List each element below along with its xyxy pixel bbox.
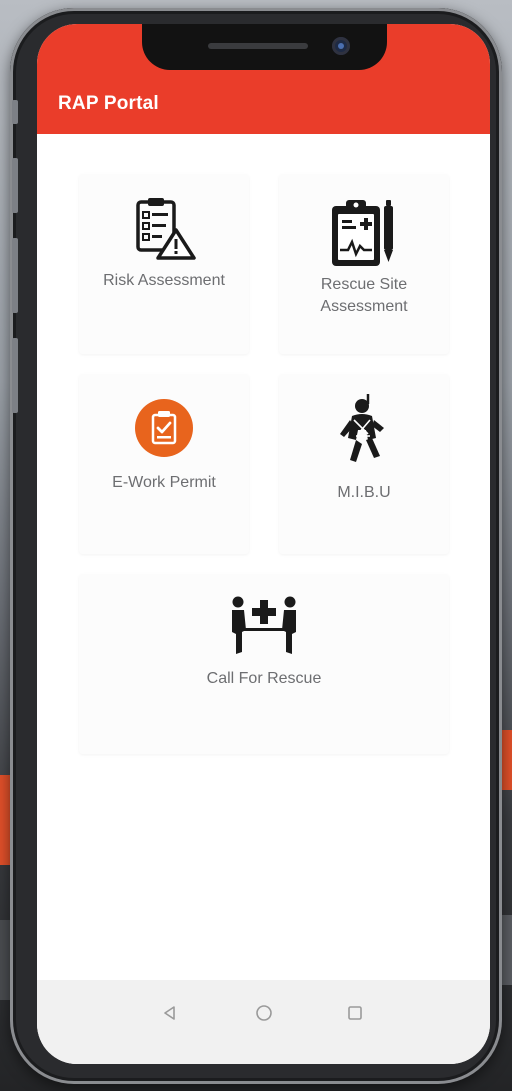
back-icon (164, 1006, 175, 1020)
side-button (12, 338, 18, 413)
nav-recent-button[interactable] (340, 998, 370, 1028)
mibu-tile[interactable]: M.I.B.U (279, 374, 449, 554)
side-button (12, 158, 18, 213)
checklist-warning-icon (136, 198, 196, 260)
tile-label: Rescue Site Assessment (320, 276, 408, 315)
permit-clipboard-icon (135, 399, 193, 457)
front-camera (332, 37, 350, 55)
tile-label: Call For Rescue (206, 670, 322, 687)
phone-screen: RAP Portal Risk Assessment Rescue Site A… (37, 24, 490, 1064)
tile-label: M.I.B.U (337, 484, 391, 501)
call-for-rescue-tile[interactable]: Call For Rescue (79, 574, 449, 754)
home-icon (256, 1005, 272, 1021)
e-work-permit-tile[interactable]: E-Work Permit (79, 374, 249, 554)
side-button (12, 100, 18, 124)
tile-label: E-Work Permit (112, 474, 216, 491)
harness-worker-icon (340, 394, 384, 462)
side-button (12, 238, 18, 313)
clipboard-medical-pen-icon (332, 200, 393, 266)
stretcher-rescue-icon (232, 596, 296, 654)
speaker (208, 43, 308, 49)
recent-apps-icon (348, 1006, 362, 1020)
dashboard-grid: Risk Assessment Rescue Site Assessment E… (37, 134, 490, 980)
tile-label: Risk Assessment (103, 272, 225, 289)
nav-back-button[interactable] (155, 998, 185, 1028)
app-title: RAP Portal (58, 93, 159, 114)
nav-home-button[interactable] (249, 998, 279, 1028)
system-nav-bar (37, 980, 490, 1064)
notch (142, 24, 387, 70)
risk-assessment-tile[interactable]: Risk Assessment (79, 174, 249, 354)
rescue-site-assessment-tile[interactable]: Rescue Site Assessment (279, 174, 449, 354)
